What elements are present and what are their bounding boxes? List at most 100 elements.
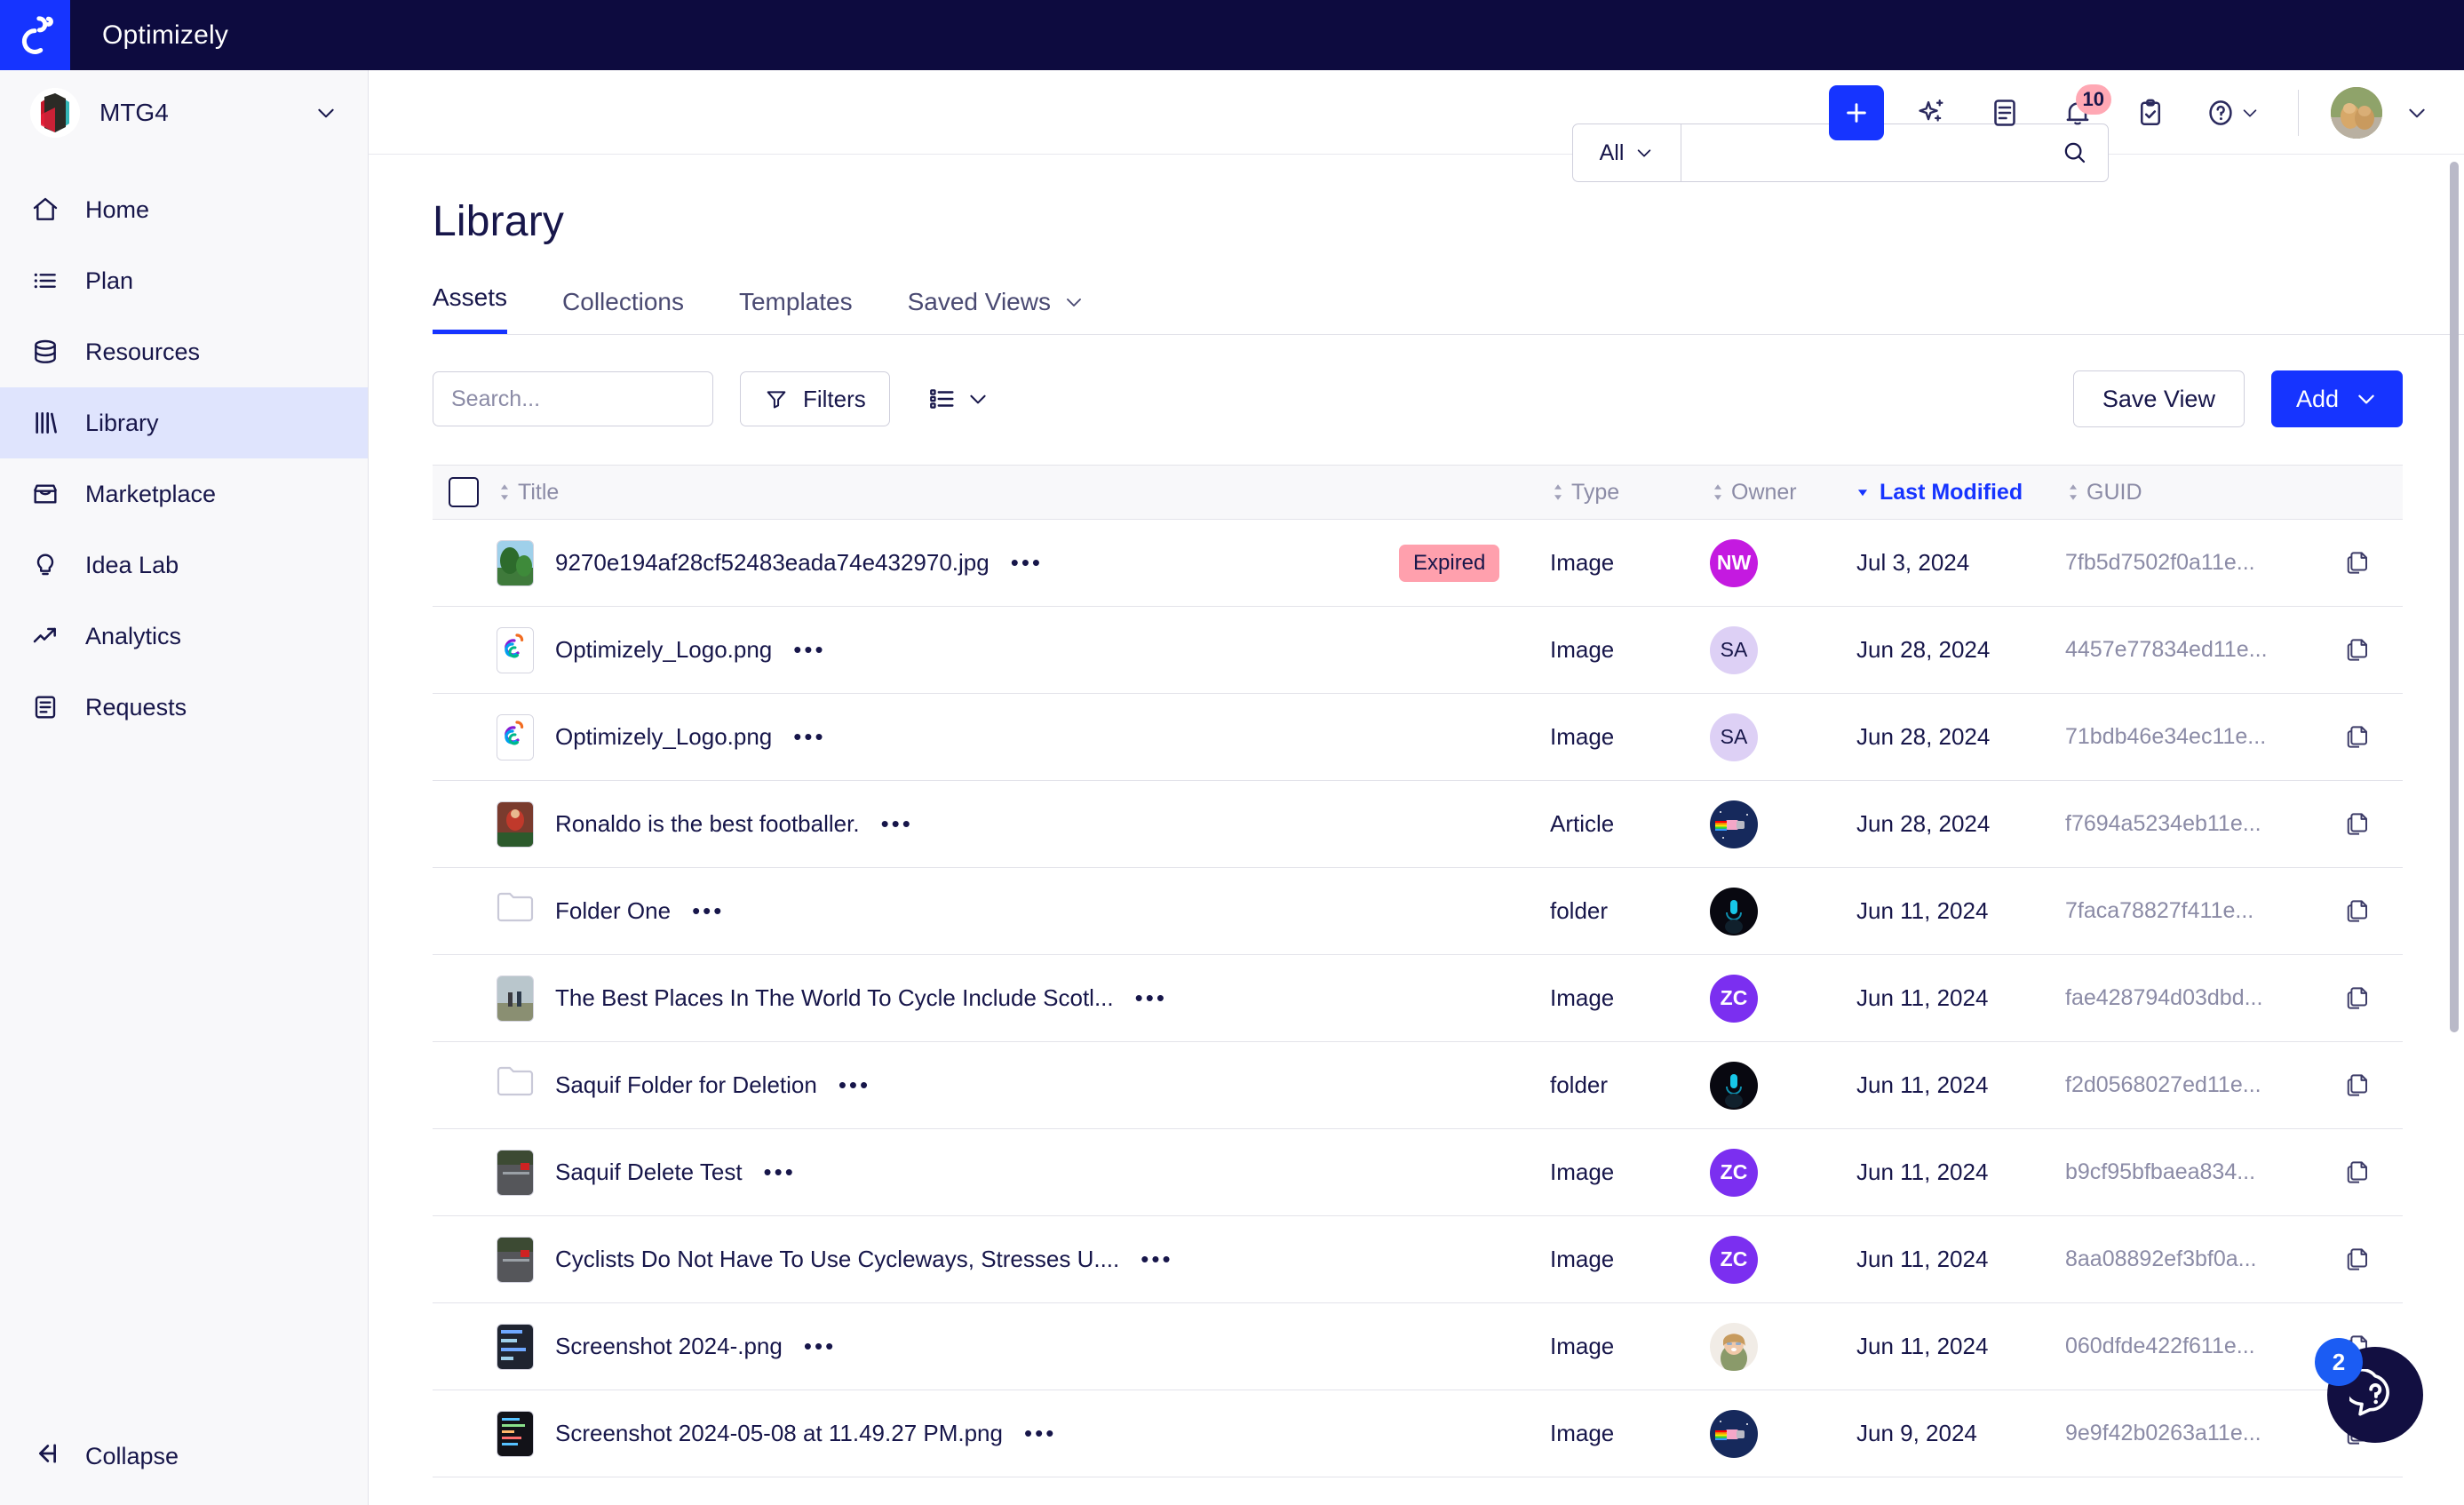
tab-saved-views[interactable]: Saved Views — [908, 288, 1085, 334]
row-actions-menu[interactable]: ••• — [804, 1333, 836, 1360]
row-select-cell — [433, 722, 497, 752]
column-header-title[interactable]: Title — [497, 480, 1399, 506]
row-guid-cell: 8aa08892ef3bf0a... — [2065, 1246, 2403, 1274]
collapse-label: Collapse — [85, 1442, 179, 1469]
sidebar: MTG4 Home Plan Resources Library Marketp… — [0, 70, 369, 1505]
notes-button[interactable] — [1980, 88, 2030, 138]
table-row[interactable]: Screenshot 2024-.png ••• Image Jun 11, 2… — [433, 1303, 2403, 1390]
copy-icon[interactable] — [2344, 636, 2373, 665]
row-title-cell: Saquif Delete Test ••• — [497, 1149, 1399, 1196]
help-menu-button[interactable] — [2198, 88, 2266, 138]
funnel-icon — [767, 391, 786, 409]
column-header-last-modified[interactable]: Last Modified — [1856, 480, 2065, 506]
tab-label: Collections — [562, 288, 684, 315]
sidebar-item-analytics[interactable]: Analytics — [0, 601, 368, 672]
copy-icon[interactable] — [2344, 897, 2373, 926]
view-toggle-button[interactable] — [927, 384, 990, 414]
table-row[interactable]: Saquif Folder for Deletion ••• folder Ju… — [433, 1042, 2403, 1129]
row-guid-cell: f2d0568027ed11e... — [2065, 1071, 2403, 1100]
table-row[interactable]: 9270e194af28cf52483eada74e432970.jpg •••… — [433, 520, 2403, 607]
table-row[interactable]: Optimizely_Logo.png ••• Image SA Jun 28,… — [433, 607, 2403, 694]
sidebar-item-resources[interactable]: Resources — [0, 316, 368, 387]
asset-title[interactable]: Screenshot 2024-05-08 at 11.49.27 PM.png — [555, 1420, 1003, 1447]
row-actions-menu[interactable]: ••• — [764, 1159, 796, 1186]
row-actions-menu[interactable]: ••• — [1024, 1420, 1056, 1447]
asset-title[interactable]: Ronaldo is the best footballer. — [555, 810, 860, 838]
asset-title[interactable]: Cyclists Do Not Have To Use Cycleways, S… — [555, 1246, 1119, 1273]
column-header-owner[interactable]: Owner — [1710, 480, 1856, 506]
sidebar-item-library[interactable]: Library — [0, 387, 368, 458]
tasks-button[interactable] — [2126, 88, 2175, 138]
row-actions-menu[interactable]: ••• — [793, 636, 825, 664]
row-title-cell: Screenshot 2024-.png ••• — [497, 1323, 1399, 1370]
brand-name: Optimizely — [102, 20, 229, 50]
tab-collections[interactable]: Collections — [562, 288, 684, 334]
vertical-scrollbar[interactable] — [2450, 162, 2459, 1032]
create-button[interactable] — [1829, 84, 1884, 140]
row-actions-menu[interactable]: ••• — [839, 1071, 870, 1099]
sidebar-item-marketplace[interactable]: Marketplace — [0, 458, 368, 530]
org-logo-icon — [30, 87, 80, 138]
asset-title[interactable]: Screenshot 2024-.png — [555, 1333, 783, 1360]
add-button[interactable]: Add — [2270, 370, 2403, 427]
sidebar-item-idea-lab[interactable]: Idea Lab — [0, 530, 368, 601]
row-guid: 71bdb46e34ec11e... — [2065, 724, 2267, 749]
select-all-checkbox[interactable] — [449, 477, 479, 507]
table-row[interactable]: Ronaldo is the best footballer. ••• Arti… — [433, 781, 2403, 868]
owner-avatar: ZC — [1710, 1235, 1758, 1284]
row-actions-menu[interactable]: ••• — [692, 897, 724, 925]
sidebar-item-requests[interactable]: Requests — [0, 672, 368, 743]
copy-icon[interactable] — [2344, 1071, 2373, 1100]
table-row[interactable]: Screenshot 2024-05-08 at 11.49.27 PM.png… — [433, 1390, 2403, 1477]
chevron-down-icon[interactable] — [2405, 101, 2428, 124]
tab-assets[interactable]: Assets — [433, 283, 508, 334]
row-actions-menu[interactable]: ••• — [881, 810, 913, 838]
tab-templates[interactable]: Templates — [739, 288, 853, 334]
search-input[interactable] — [451, 386, 737, 412]
trending-up-icon — [30, 621, 60, 651]
row-title-cell: Cyclists Do Not Have To Use Cycleways, S… — [497, 1236, 1399, 1283]
avatar[interactable] — [2331, 86, 2382, 139]
table-row[interactable]: Folder One ••• folder Jun 11, 2024 7faca… — [433, 868, 2403, 955]
org-switcher[interactable]: MTG4 — [0, 70, 368, 155]
asset-title[interactable]: Optimizely_Logo.png — [555, 723, 772, 751]
row-actions-menu[interactable]: ••• — [1011, 549, 1043, 577]
table-row[interactable]: The Best Places In The World To Cycle In… — [433, 955, 2403, 1042]
copy-icon[interactable] — [2344, 984, 2373, 1013]
row-actions-menu[interactable]: ••• — [1135, 984, 1167, 1012]
asset-title[interactable]: Folder One — [555, 897, 671, 925]
help-widget-button[interactable]: 2 — [2315, 1338, 2423, 1443]
asset-title[interactable]: 9270e194af28cf52483eada74e432970.jpg — [555, 549, 990, 577]
sidebar-nav: Home Plan Resources Library Marketplace … — [0, 155, 368, 743]
copy-icon[interactable] — [2344, 1246, 2373, 1274]
owner-avatar: ZC — [1710, 1148, 1758, 1197]
collapse-sidebar-button[interactable]: Collapse — [0, 1407, 368, 1505]
sidebar-item-home[interactable]: Home — [0, 174, 368, 245]
filters-button[interactable]: Filters — [740, 371, 890, 426]
save-view-button[interactable]: Save View — [2072, 370, 2245, 427]
column-header-type[interactable]: Type — [1550, 480, 1710, 506]
asset-title[interactable]: Saquif Folder for Deletion — [555, 1071, 817, 1099]
column-header-guid[interactable]: GUID — [2065, 480, 2403, 506]
ai-assist-button[interactable] — [1907, 88, 1957, 138]
copy-icon[interactable] — [2344, 549, 2373, 577]
row-actions-menu[interactable]: ••• — [793, 723, 825, 751]
toolbar-divider — [2298, 89, 2299, 136]
table-row[interactable]: Cyclists Do Not Have To Use Cycleways, S… — [433, 1216, 2403, 1303]
asset-title[interactable]: Optimizely_Logo.png — [555, 636, 772, 664]
copy-icon[interactable] — [2344, 1159, 2373, 1187]
row-actions-menu[interactable]: ••• — [1141, 1246, 1172, 1273]
tab-label: Templates — [738, 288, 853, 315]
asset-thumbnail — [497, 975, 534, 1022]
table-row[interactable]: Optimizely_Logo.png ••• Image SA Jun 28,… — [433, 694, 2403, 781]
table-row[interactable]: Saquif Delete Test ••• Image ZC Jun 11, … — [433, 1129, 2403, 1216]
asset-title[interactable]: The Best Places In The World To Cycle In… — [555, 984, 1114, 1012]
owner-avatar: NW — [1710, 538, 1758, 587]
asset-title[interactable]: Saquif Delete Test — [555, 1159, 743, 1186]
sidebar-item-plan[interactable]: Plan — [0, 245, 368, 316]
notifications-button[interactable]: 10 — [2053, 84, 2111, 138]
copy-icon[interactable] — [2344, 810, 2373, 839]
row-last-modified: Jun 11, 2024 — [1856, 1246, 1989, 1272]
copy-icon[interactable] — [2344, 723, 2373, 752]
sidebar-item-label: Resources — [85, 338, 201, 365]
